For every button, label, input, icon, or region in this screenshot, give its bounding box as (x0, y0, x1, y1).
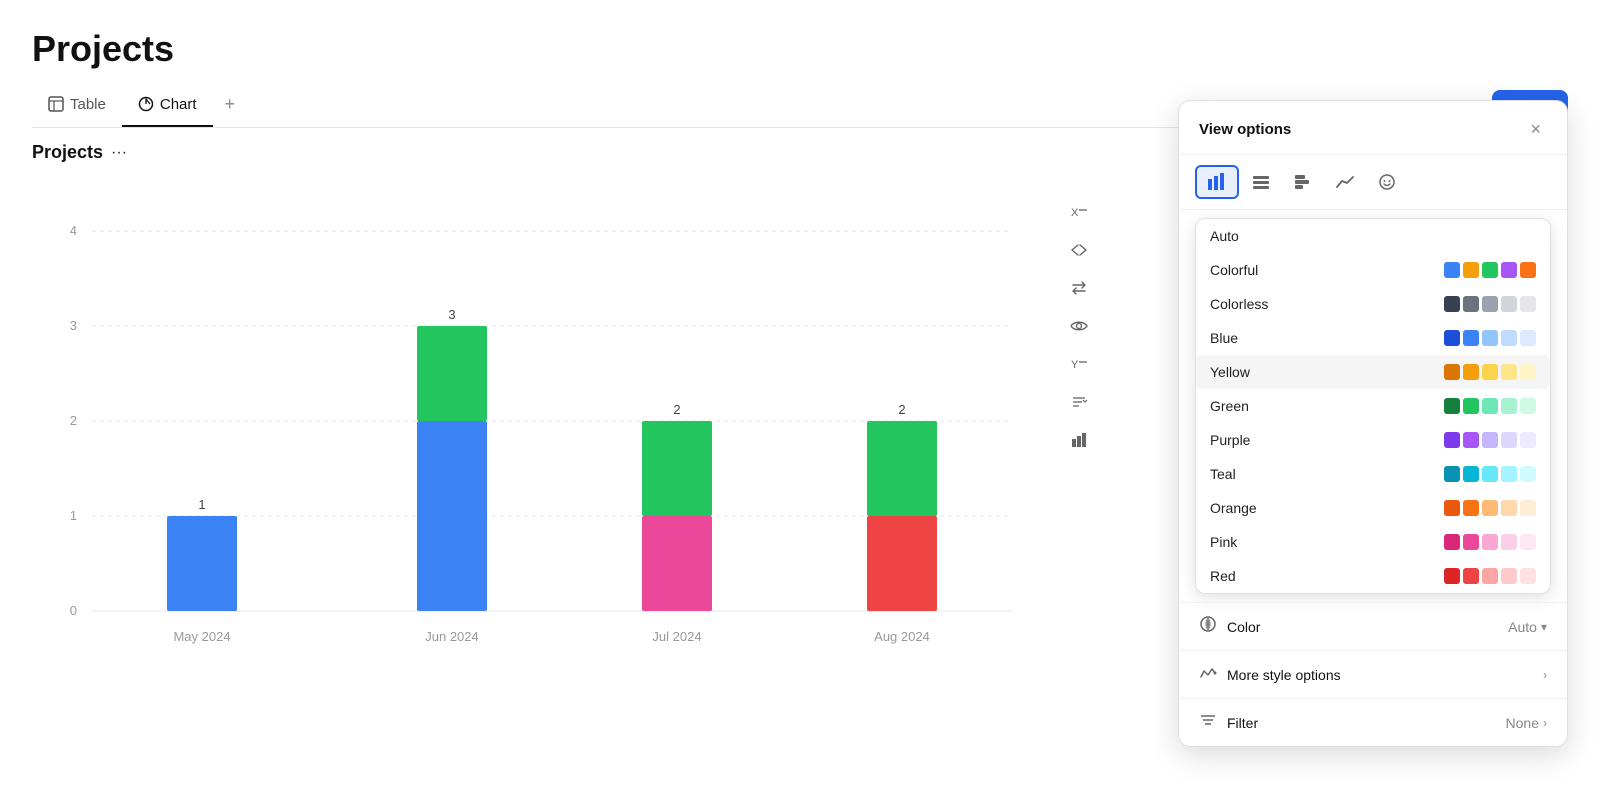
filter-section-value[interactable]: None › (1506, 715, 1547, 731)
svg-text:3: 3 (70, 318, 77, 333)
more-style-chevron-icon: › (1543, 668, 1547, 682)
swap-icon-btn[interactable] (1062, 271, 1096, 305)
color-option-red[interactable]: Red (1196, 559, 1550, 593)
chart-bar-icon-btn[interactable] (1195, 165, 1239, 199)
eye-icon-btn[interactable] (1062, 309, 1096, 343)
svg-text:May 2024: May 2024 (173, 629, 230, 644)
svg-text:3: 3 (448, 307, 455, 322)
color-option-pink[interactable]: Pink (1196, 525, 1550, 559)
color-option-green[interactable]: Green (1196, 389, 1550, 423)
table-icon (48, 96, 64, 112)
horizontal-bar-icon-btn[interactable] (1283, 167, 1323, 197)
yaxis-icon-btn[interactable]: Y (1062, 347, 1096, 381)
color-section-label: Color (1227, 619, 1260, 635)
color-option-purple[interactable]: Purple (1196, 423, 1550, 457)
line-chart-icon-btn[interactable] (1325, 167, 1365, 197)
color-option-colorful[interactable]: Colorful (1196, 253, 1550, 287)
filter-chevron-icon: › (1543, 716, 1547, 730)
bar-type-icon-btn[interactable] (1062, 423, 1096, 457)
svg-text:Jun 2024: Jun 2024 (425, 629, 479, 644)
panel-header: View options × (1179, 101, 1567, 155)
chart-tab-icon (138, 96, 154, 112)
split-icon-btn[interactable] (1062, 233, 1096, 267)
color-options-dropdown: Auto Colorful Colorless (1195, 218, 1551, 594)
color-section-row: Color Auto ▾ (1179, 602, 1567, 650)
color-chevron-icon: ▾ (1541, 620, 1547, 634)
tab-table-label: Table (70, 96, 106, 113)
smile-icon-btn[interactable] (1367, 167, 1407, 197)
svg-text:X: X (1071, 207, 1079, 219)
chart-subtitle: Projects (32, 142, 103, 163)
add-tab-button[interactable]: + (213, 86, 248, 127)
xaxis-icon-btn[interactable]: X (1062, 195, 1096, 229)
style-options-icon (1199, 663, 1217, 686)
color-option-auto[interactable]: Auto (1196, 219, 1550, 253)
filter-section-label: Filter (1227, 715, 1258, 731)
sort-icon-btn[interactable] (1062, 385, 1096, 419)
svg-text:0: 0 (70, 603, 77, 618)
svg-text:4: 4 (70, 223, 77, 238)
color-section-value[interactable]: Auto ▾ (1508, 619, 1547, 635)
color-option-teal[interactable]: Teal (1196, 457, 1550, 491)
bar-chart: 4 3 2 1 0 1 May 2024 3 Jun 2024 (32, 171, 1012, 671)
view-options-sidebar-icons: X Y (1062, 195, 1096, 457)
filter-section-icon (1199, 711, 1217, 734)
chart-more-dots[interactable]: ··· (111, 144, 127, 162)
color-option-colorless[interactable]: Colorless (1196, 287, 1550, 321)
color-section-icon (1199, 615, 1217, 638)
color-option-yellow[interactable]: Yellow (1196, 355, 1550, 389)
page-title: Projects (32, 28, 1568, 70)
tab-chart[interactable]: Chart (122, 88, 213, 127)
panel-icon-row (1179, 155, 1567, 210)
svg-text:Jul 2024: Jul 2024 (652, 629, 701, 644)
svg-text:2: 2 (898, 402, 905, 417)
tab-table[interactable]: Table (32, 88, 122, 127)
svg-text:1: 1 (70, 508, 77, 523)
view-options-panel: View options × (1178, 100, 1568, 747)
filter-row[interactable]: Filter None › (1179, 698, 1567, 746)
more-style-row[interactable]: More style options › (1179, 650, 1567, 698)
svg-text:Aug 2024: Aug 2024 (874, 629, 930, 644)
more-style-label: More style options (1227, 667, 1341, 683)
svg-text:2: 2 (70, 413, 77, 428)
tab-chart-label: Chart (160, 96, 197, 113)
color-option-blue[interactable]: Blue (1196, 321, 1550, 355)
color-option-orange[interactable]: Orange (1196, 491, 1550, 525)
svg-text:Y: Y (1071, 359, 1079, 371)
list-icon-btn[interactable] (1241, 167, 1281, 197)
panel-close-button[interactable]: × (1524, 117, 1547, 142)
svg-text:1: 1 (198, 497, 205, 512)
svg-text:2: 2 (673, 402, 680, 417)
panel-title: View options (1199, 121, 1291, 138)
